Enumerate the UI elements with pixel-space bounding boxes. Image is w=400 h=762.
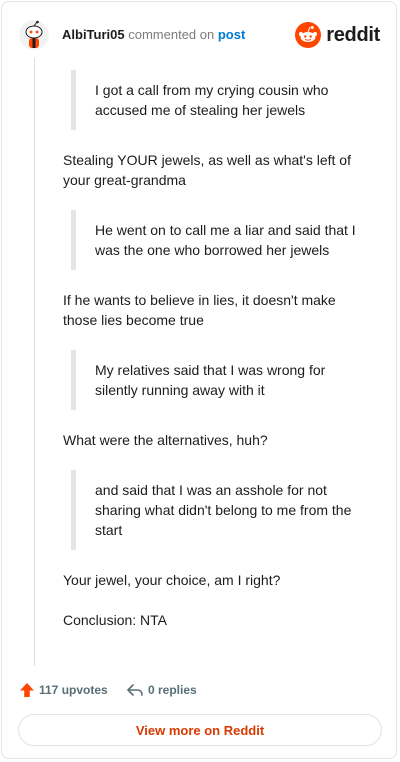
comment-meta: AlbiTuri05 commented on post [62, 27, 245, 43]
comment-paragraph: If he wants to believe in lies, it doesn… [63, 292, 336, 328]
quoted-text: I got a call from my crying cousin who a… [71, 70, 363, 130]
comment-header: AlbiTuri05 commented on post reddit [2, 2, 396, 68]
quoted-text: and said that I was an asshole for not s… [71, 470, 363, 550]
user-avatar[interactable] [19, 20, 49, 50]
comment-paragraph: Stealing YOUR jewels, as well as what's … [63, 152, 351, 188]
reddit-logo-icon [295, 22, 322, 48]
quoted-text: My relatives said that I was wrong for s… [71, 350, 363, 410]
reply-count: 0 replies [148, 683, 197, 697]
reddit-logo-text: reddit [326, 24, 380, 46]
comment-paragraph: What were the alternatives, huh? [63, 432, 268, 448]
reddit-snoo-avatar-icon [19, 20, 49, 50]
comment-body: I got a call from my crying cousin who a… [63, 70, 363, 630]
username[interactable]: AlbiTuri05 [62, 27, 125, 42]
view-more-on-reddit-button[interactable]: View more on Reddit [18, 714, 382, 746]
comment-footer: 117 upvotes 0 replies [2, 678, 396, 706]
upvote-button[interactable]: 117 upvotes [19, 682, 108, 698]
comment-paragraph: Your jewel, your choice, am I right? [63, 572, 281, 588]
post-link[interactable]: post [218, 27, 245, 42]
thread-line [34, 58, 35, 666]
replies-button[interactable]: 0 replies [126, 682, 197, 698]
quoted-text: He went on to call me a liar and said th… [71, 210, 363, 270]
upvote-count: 117 upvotes [39, 683, 108, 697]
reply-arrow-icon [127, 684, 143, 696]
reddit-logo[interactable]: reddit [295, 22, 380, 48]
comment-paragraph: Conclusion: NTA [63, 612, 168, 628]
upvote-arrow-icon [20, 683, 34, 697]
action-text: commented on [128, 27, 215, 42]
embedded-comment-card: AlbiTuri05 commented on post reddit I go… [1, 1, 397, 759]
